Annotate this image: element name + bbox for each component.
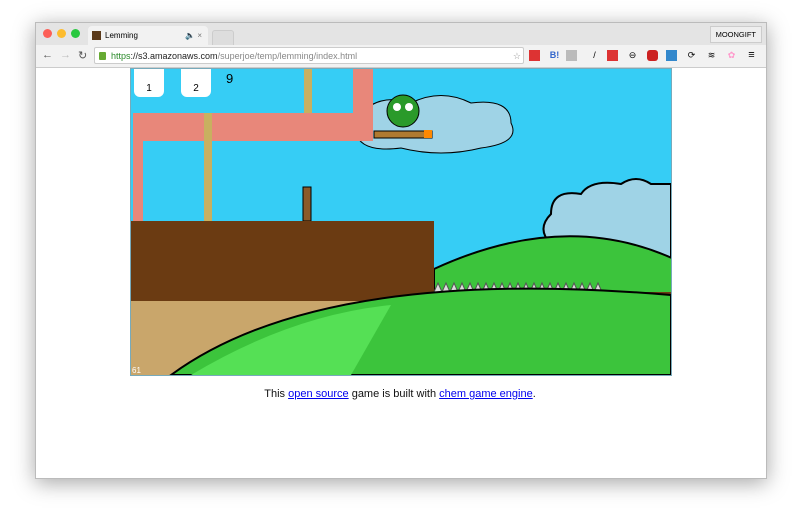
tab-title: Lemming [105, 31, 138, 40]
ublock-icon[interactable] [647, 50, 658, 61]
caption-text: game is built with [348, 388, 440, 400]
extension-icon[interactable] [607, 50, 618, 61]
dirt-block [131, 221, 434, 301]
back-icon[interactable]: ← [42, 49, 53, 61]
cloud [355, 95, 514, 154]
close-window-button[interactable] [43, 29, 52, 38]
toolbar: ← → ↻ https://s3.amazonaws.com/superjoe/… [36, 45, 766, 68]
caption-text: . [532, 388, 536, 400]
menu-icon[interactable]: ≡ [746, 50, 757, 61]
chem-engine-link[interactable]: chem game engine [439, 388, 533, 400]
maximize-window-button[interactable] [71, 29, 80, 38]
lemming-character [302, 186, 312, 222]
star-icon[interactable]: ☆ [513, 48, 521, 65]
address-bar[interactable]: https://s3.amazonaws.com/superjoe/temp/l… [94, 47, 524, 64]
favicon-icon [92, 31, 101, 40]
score: 9 [226, 71, 234, 86]
tool-rope-button[interactable]: 2 [181, 69, 211, 97]
extension-icon[interactable] [529, 50, 540, 61]
tool-count: 1 [146, 83, 152, 94]
minimize-window-button[interactable] [57, 29, 66, 38]
url-path: /superjoe/temp/lemming/index.html [217, 51, 358, 61]
extension-icon[interactable] [666, 50, 677, 61]
extension-icon[interactable]: ⊖ [627, 50, 638, 61]
url-scheme: https [111, 51, 131, 61]
monster [386, 94, 420, 128]
hatena-icon[interactable]: B! [549, 50, 560, 61]
tab-lemming[interactable]: Lemming 🔈 × [88, 26, 208, 45]
sync-icon[interactable]: ⟳ [686, 50, 697, 61]
lock-icon [99, 52, 106, 60]
open-source-link[interactable]: open source [288, 388, 349, 400]
caption: This open source game is built with chem… [0, 388, 800, 400]
plank-platform [373, 130, 433, 139]
reload-icon[interactable]: ↻ [78, 49, 87, 62]
close-tab-icon[interactable]: 🔈 × [185, 31, 202, 40]
layers-icon[interactable]: ≋ [706, 50, 717, 61]
forward-icon[interactable]: → [60, 49, 71, 61]
flower-icon[interactable]: ✿ [726, 50, 737, 61]
profile-button[interactable]: MOONGIFT [709, 26, 762, 43]
title-bar: Lemming 🔈 × MOONGIFT [36, 23, 766, 46]
extension-icon[interactable] [566, 50, 577, 61]
tool-count: 2 [193, 83, 199, 94]
fps-counter: 61 [132, 366, 141, 375]
tool-plank-button[interactable]: 1 [134, 69, 164, 97]
eyedropper-icon[interactable]: / [589, 50, 600, 61]
caption-text: This [264, 388, 289, 400]
game-canvas[interactable]: 1 2 9 61 [130, 68, 675, 376]
url-host: ://s3.amazonaws.com [130, 51, 218, 61]
exit-marker [424, 130, 432, 138]
new-tab-button[interactable] [212, 30, 234, 46]
